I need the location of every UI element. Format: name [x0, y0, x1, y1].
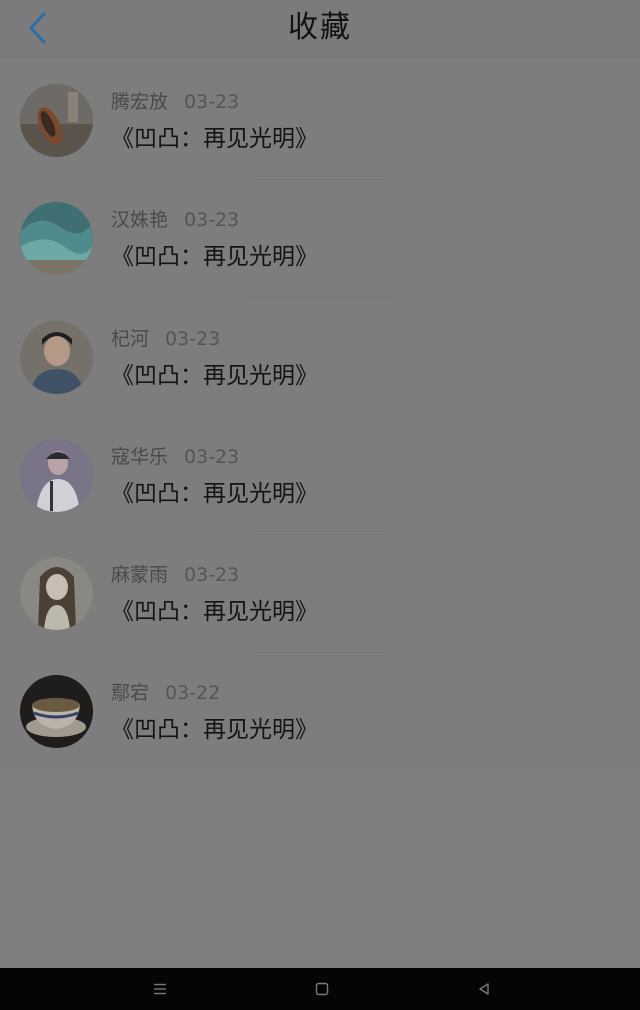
favorite-item[interactable]: 寇华乐 03-23 《凹凸：再见光明》 [0, 417, 640, 536]
user-name: 鄢宕 [111, 682, 150, 705]
nav-back-button[interactable] [474, 979, 494, 999]
favorite-item[interactable]: 腾宏放 03-23 《凹凸：再见光明》 [0, 62, 640, 181]
item-meta: 寇华乐 03-23 [111, 445, 239, 469]
item-title: 《凹凸：再见光明》 [111, 244, 318, 271]
item-date: 03-23 [184, 209, 240, 232]
triangle-back-icon [479, 983, 489, 995]
item-meta: 腾宏放 03-23 [111, 90, 239, 114]
favorite-item[interactable]: 杞河 03-23 《凹凸：再见光明》 [0, 299, 640, 417]
avatar-anime-girl[interactable] [20, 557, 93, 631]
item-title: 《凹凸：再见光明》 [111, 717, 318, 744]
avatar-boy-photo[interactable] [20, 320, 93, 394]
favorite-item[interactable]: 鄢宕 03-22 《凹凸：再见光明》 [0, 653, 640, 771]
favorites-list: 腾宏放 03-23 《凹凸：再见光明》 汉姝艳 03-23 《凹凸：再见光明》 [0, 62, 640, 772]
user-name: 寇华乐 [111, 445, 169, 468]
item-date: 03-23 [165, 327, 221, 350]
item-date: 03-22 [165, 682, 221, 705]
avatar-sneakers-photo[interactable] [20, 84, 93, 157]
item-date: 03-23 [184, 564, 240, 587]
avatar-wave-photo[interactable] [20, 202, 93, 276]
menu-icon [154, 983, 166, 995]
item-date: 03-23 [184, 445, 240, 468]
item-title: 《凹凸：再见光明》 [111, 480, 318, 507]
nav-home-button[interactable] [312, 979, 332, 999]
item-meta: 汉姝艳 03-23 [111, 208, 239, 232]
avatar-singer-photo[interactable] [20, 438, 93, 512]
user-name: 腾宏放 [111, 91, 169, 113]
avatar-teacup-photo[interactable] [20, 675, 93, 749]
item-meta: 杞河 03-23 [111, 327, 220, 351]
item-title: 《凹凸：再见光明》 [111, 599, 318, 626]
item-meta: 鄢宕 03-22 [111, 681, 220, 705]
page-title: 收藏 [288, 10, 352, 45]
header-bar: 收藏 [0, 0, 640, 58]
user-name: 汉姝艳 [111, 209, 169, 232]
item-meta: 麻蒙雨 03-23 [111, 563, 239, 587]
square-home-icon [315, 982, 329, 996]
favorite-item[interactable]: 麻蒙雨 03-23 《凹凸：再见光明》 [0, 535, 640, 654]
item-title: 《凹凸：再见光明》 [111, 126, 318, 152]
favorite-item[interactable]: 汉姝艳 03-23 《凹凸：再见光明》 [0, 180, 640, 299]
favorites-screen: 收藏 腾宏放 03-23 《凹凸：再见光明》 汉姝艳 03-23 《凹凸：再见光… [0, 0, 640, 1010]
user-name: 麻蒙雨 [111, 564, 169, 587]
system-nav-bar [0, 968, 640, 1010]
nav-menu-button[interactable] [150, 979, 170, 999]
user-name: 杞河 [111, 327, 150, 350]
item-date: 03-23 [184, 91, 240, 113]
item-title: 《凹凸：再见光明》 [111, 362, 318, 389]
